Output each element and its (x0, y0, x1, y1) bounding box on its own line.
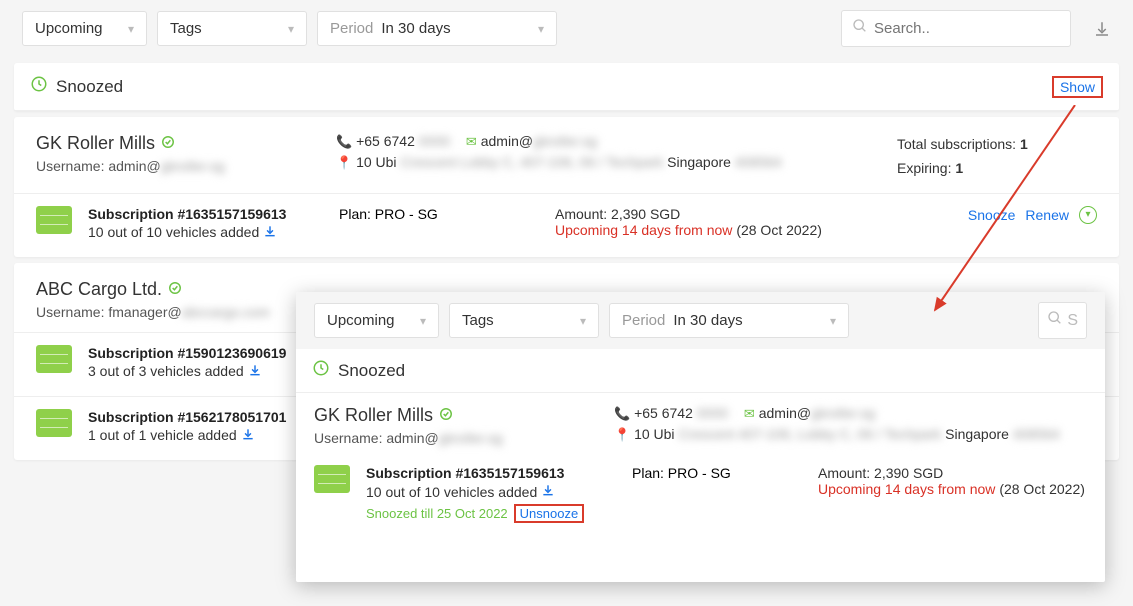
chevron-down-icon: ▾ (420, 314, 426, 328)
snoozed-header: Snoozed Show (14, 63, 1119, 111)
phone: 📞 +65 6742 0000 (336, 133, 450, 150)
chevron-down-icon: ▾ (288, 22, 294, 36)
search-box[interactable] (841, 10, 1071, 47)
address: 📍 10 Ubi Crescent 407-106, Lobby C, 06 /… (614, 426, 1060, 443)
server-icon (314, 465, 350, 493)
company-name: GK Roller Mills (314, 405, 594, 426)
pin-icon: 📍 (614, 427, 630, 442)
chevron-down-icon: ▾ (580, 314, 586, 328)
search-icon (852, 18, 868, 39)
subscription-id: Subscription #1635157159613 (88, 206, 323, 222)
unsnooze-button[interactable]: Unsnooze (514, 504, 585, 523)
company-name-text: ABC Cargo Ltd. (36, 279, 162, 300)
subscription-row: Subscription #1635157159613 10 out of 10… (296, 457, 1105, 537)
snoozed-title: Snoozed (338, 361, 405, 381)
amount: Amount: 2,390 SGD (555, 206, 952, 222)
snoozed-card: Snoozed Show (14, 63, 1119, 111)
snooze-link[interactable]: Snooze (968, 207, 1015, 223)
chevron-down-icon: ▾ (830, 314, 836, 328)
plan: Plan: PRO - SG (339, 206, 539, 222)
download-icon[interactable] (541, 483, 555, 500)
expiring-label: Expiring: (897, 160, 951, 176)
chevron-down-icon: ▾ (538, 22, 544, 36)
verified-icon (161, 135, 175, 152)
total-subs-label: Total subscriptions: (897, 136, 1016, 152)
vehicles-count: 10 out of 10 vehicles added (366, 483, 616, 500)
search-box[interactable]: S (1038, 302, 1087, 339)
upcoming-select[interactable]: Upcoming ▾ (22, 11, 147, 46)
renew-link[interactable]: Renew (1025, 207, 1069, 223)
tags-label: Tags (170, 20, 202, 37)
plan: Plan: PRO - SG (632, 465, 802, 481)
company-card-gk: GK Roller Mills Username: admin@gkroller… (14, 117, 1119, 257)
upcoming-select[interactable]: Upcoming ▾ (314, 303, 439, 338)
company-header-row: GK Roller Mills Username: admin@gkroller… (296, 393, 1105, 457)
period-select[interactable]: Period In 30 days ▾ (609, 303, 849, 338)
phone-icon: 📞 (336, 134, 352, 149)
expand-icon[interactable]: ▾ (1079, 206, 1097, 224)
download-icon[interactable] (248, 363, 262, 380)
snoozed-till-row: Snoozed till 25 Oct 2022 Unsnooze (366, 504, 616, 523)
blurred-text: gkroller.sg (161, 158, 225, 174)
address: 📍 10 Ubi Crescent Lobby C, 407-106, 06 /… (336, 154, 782, 171)
email: ✉ admin@gkroller.sg (744, 405, 875, 422)
expanded-snoozed-panel: Upcoming ▾ Tags ▾ Period In 30 days ▾ S … (296, 292, 1105, 582)
username: Username: admin@gkroller.sg (314, 430, 594, 446)
email: ✉ admin@gkroller.sg (466, 133, 597, 150)
phone: 📞 +65 6742 0000 (614, 405, 728, 422)
subscription-id: Subscription #1590123690619 (88, 345, 323, 361)
search-icon (1047, 310, 1063, 331)
vehicles-count: 3 out of 3 vehicles added (88, 363, 323, 380)
tags-select[interactable]: Tags ▾ (157, 11, 307, 46)
mail-icon: ✉ (466, 134, 477, 149)
mail-icon: ✉ (744, 406, 755, 421)
subscription-row: Subscription #1635157159613 10 out of 10… (14, 194, 1119, 257)
search-input[interactable] (874, 20, 1060, 37)
download-icon[interactable] (241, 427, 255, 444)
tags-select[interactable]: Tags ▾ (449, 303, 599, 338)
company-name-text: GK Roller Mills (36, 133, 155, 154)
period-label: Period (330, 20, 373, 37)
download-icon[interactable] (1093, 20, 1111, 38)
clock-icon (30, 75, 48, 98)
period-select[interactable]: Period In 30 days ▾ (317, 11, 557, 46)
upcoming-label: Upcoming (35, 20, 103, 37)
snoozed-title: Snoozed (56, 77, 123, 97)
verified-icon (168, 281, 182, 298)
filter-bar: Upcoming ▾ Tags ▾ Period In 30 days ▾ S (296, 292, 1105, 349)
server-icon (36, 206, 72, 234)
amount: Amount: 2,390 SGD (818, 465, 1087, 481)
clock-icon (312, 359, 330, 382)
show-button[interactable]: Show (1052, 76, 1103, 98)
company-name: GK Roller Mills (36, 133, 316, 154)
chevron-down-icon: ▾ (128, 22, 134, 36)
company-header-row: GK Roller Mills Username: admin@gkroller… (14, 117, 1119, 194)
download-icon[interactable] (263, 224, 277, 241)
username: Username: admin@gkroller.sg (36, 158, 316, 174)
total-subs-value: 1 (1020, 136, 1028, 152)
vehicles-count: 1 out of 1 vehicle added (88, 427, 323, 444)
snoozed-header: Snoozed (296, 349, 1105, 393)
subscription-id: Subscription #1635157159613 (366, 465, 616, 481)
upcoming-info: Upcoming 14 days from now (28 Oct 2022) (818, 481, 1087, 497)
phone-icon: 📞 (614, 406, 630, 421)
vehicles-count: 10 out of 10 vehicles added (88, 224, 323, 241)
verified-icon (439, 407, 453, 424)
subscription-id: Subscription #1562178051701 (88, 409, 323, 425)
pin-icon: 📍 (336, 155, 352, 170)
upcoming-info: Upcoming 14 days from now (28 Oct 2022) (555, 222, 952, 238)
filter-bar: Upcoming ▾ Tags ▾ Period In 30 days ▾ (0, 0, 1133, 57)
server-icon (36, 345, 72, 373)
username: Username: fmanager@abccargo.com (36, 304, 316, 320)
expiring-value: 1 (955, 160, 963, 176)
server-icon (36, 409, 72, 437)
snoozed-till-text: Snoozed till 25 Oct 2022 (366, 506, 508, 521)
period-value: In 30 days (381, 20, 450, 37)
company-name: ABC Cargo Ltd. (36, 279, 316, 300)
